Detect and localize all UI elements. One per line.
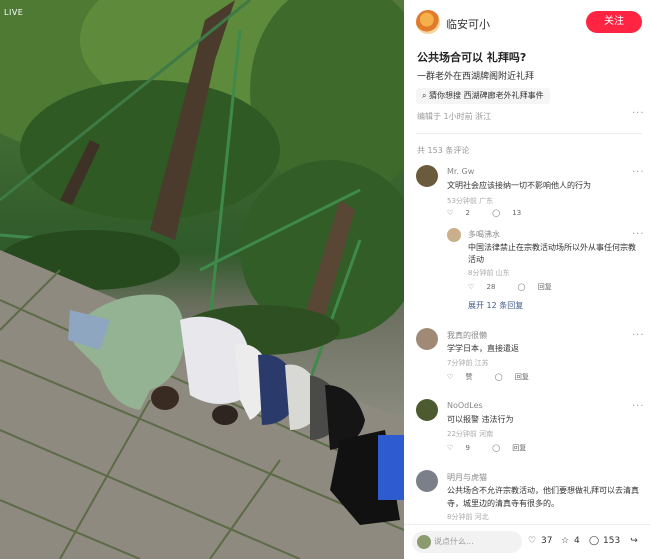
- heart-icon: ♡: [447, 444, 454, 452]
- tag-prefix: 猜你想搜: [429, 91, 462, 100]
- post-detail-panel: 临安可小 关注 公共场合可以 礼拜吗? 一群老外在西湖牌阁附近礼拜 编辑于 1小…: [404, 0, 650, 559]
- search-icon: ⌕: [422, 91, 427, 100]
- like-count: 9: [465, 444, 470, 452]
- comment-text-line1: 公共场合不允许宗教活动，他们要想做礼拜可以去清真: [447, 486, 639, 495]
- more-icon[interactable]: ···: [632, 108, 645, 119]
- comment-author[interactable]: NoOdLes: [447, 401, 483, 410]
- reply-label: 回复: [512, 444, 527, 452]
- share-icon: ↪: [630, 536, 638, 546]
- heart-icon: ♡: [447, 373, 454, 381]
- reply-avatar[interactable]: [447, 228, 461, 242]
- reply-button[interactable]: ◯ 回复: [495, 373, 539, 381]
- more-icon[interactable]: ···: [632, 401, 645, 412]
- post-title: 公共场合可以 礼拜吗?: [417, 51, 527, 64]
- reply-label: 回复: [514, 373, 529, 381]
- heart-icon: ♡: [447, 209, 454, 217]
- post-subtitle: 一群老外在西湖牌阁附近礼拜: [417, 72, 535, 82]
- reply-actions: ♡ 28 ◯ 回复: [468, 282, 572, 292]
- user-avatar: [417, 535, 431, 549]
- share-button[interactable]: ↪: [628, 536, 643, 546]
- reply-text-line2: 活动: [468, 255, 484, 264]
- live-badge: LIVE: [4, 8, 24, 17]
- more-icon[interactable]: ···: [632, 167, 645, 178]
- expand-replies-link[interactable]: 展开 12 条回复: [468, 300, 523, 311]
- comment-author[interactable]: Mr. Gw: [447, 167, 474, 176]
- comment-icon: ◯: [588, 536, 600, 546]
- comment-count: 共 153 条评论: [417, 146, 470, 155]
- comment-avatar[interactable]: [416, 470, 438, 492]
- author-name[interactable]: 临安可小: [446, 16, 490, 32]
- tag-text: 西湖碑廊老外礼拜事件: [463, 91, 544, 100]
- author-avatar[interactable]: [416, 10, 440, 34]
- star-stat[interactable]: ☆ 4: [559, 536, 580, 546]
- comment-avatar[interactable]: [416, 165, 438, 187]
- reply-button[interactable]: ◯ 回复: [518, 283, 562, 291]
- search-suggestion-chip[interactable]: ⌕ 猜你想搜 西湖碑廊老外礼拜事件: [416, 88, 550, 104]
- like-count: 28: [486, 283, 496, 291]
- star-total: 4: [574, 536, 580, 546]
- comment-text: 可以报警 违法行为: [447, 415, 514, 424]
- comment-text: 文明社会应该接纳一切不影响他人的行为: [447, 181, 591, 190]
- like-count: 2: [465, 209, 470, 217]
- comment-author[interactable]: 明月与虎猫: [447, 472, 487, 483]
- comment-text-line2: 寺，城里边的清真寺有很多的。: [447, 499, 559, 508]
- heart-icon: ♡: [527, 536, 537, 546]
- reply-text-line1: 中国法律禁止在宗教活动场所以外从事任何宗教: [468, 243, 636, 252]
- comment-avatar[interactable]: [416, 328, 438, 350]
- like-label: 赞: [465, 373, 473, 381]
- comment-actions: ♡ 赞 ◯ 回复: [447, 372, 549, 382]
- reply-author[interactable]: 多喝沸水: [468, 229, 500, 240]
- photo-scene: [0, 0, 404, 559]
- post-photo[interactable]: LIVE: [0, 0, 404, 559]
- like-button[interactable]: ♡ 赞: [447, 373, 483, 381]
- post-meta: 编辑于 1小时前 浙江: [417, 112, 492, 121]
- comment-meta: 53分钟前 广东: [447, 197, 494, 205]
- reply-icon: ◯: [492, 209, 501, 217]
- reply-icon: ◯: [517, 283, 526, 291]
- like-button[interactable]: ♡ 2: [447, 209, 480, 217]
- like-button[interactable]: ♡ 9: [447, 444, 480, 452]
- comment-author[interactable]: 我真的很懒: [447, 330, 487, 341]
- comment-input-placeholder: 说点什么...: [434, 537, 474, 546]
- comment-stat[interactable]: ◯ 153: [588, 536, 620, 546]
- like-total: 37: [541, 536, 553, 546]
- comment-actions: ♡ 2 ◯ 13: [447, 209, 541, 217]
- reply-icon: ◯: [492, 444, 501, 452]
- divider: [416, 133, 642, 134]
- comment-total: 153: [603, 536, 621, 546]
- reply-button[interactable]: ◯ 13: [492, 209, 531, 217]
- comment-meta: 8分钟前 河北: [447, 513, 489, 521]
- heart-icon: ♡: [468, 283, 475, 291]
- star-icon: ☆: [560, 536, 570, 546]
- like-button[interactable]: ♡ 28: [468, 283, 505, 291]
- more-icon[interactable]: ···: [632, 330, 645, 341]
- comment-meta: 22分钟前 河南: [447, 430, 494, 438]
- comment-text: 学学日本，直接遣返: [447, 344, 519, 353]
- reply-icon: ◯: [494, 373, 503, 381]
- comment-avatar[interactable]: [416, 399, 438, 421]
- bottom-action-bar: 说点什么... ♡ 37 ☆ 4 ◯ 153 ↪: [404, 524, 650, 559]
- reply-meta: 8分钟前 山东: [468, 269, 510, 277]
- comment-input[interactable]: 说点什么...: [412, 531, 522, 553]
- reply-count: 13: [512, 209, 522, 217]
- comment-meta: 7分钟前 江苏: [447, 359, 489, 367]
- more-icon[interactable]: ···: [632, 229, 645, 240]
- reply-label: 回复: [537, 283, 552, 291]
- author-row: 临安可小 关注: [416, 10, 642, 36]
- reply-button[interactable]: ◯ 回复: [492, 444, 536, 452]
- comment-actions: ♡ 9 ◯ 回复: [447, 443, 546, 453]
- like-stat[interactable]: ♡ 37: [526, 536, 553, 546]
- follow-button[interactable]: 关注: [586, 11, 642, 33]
